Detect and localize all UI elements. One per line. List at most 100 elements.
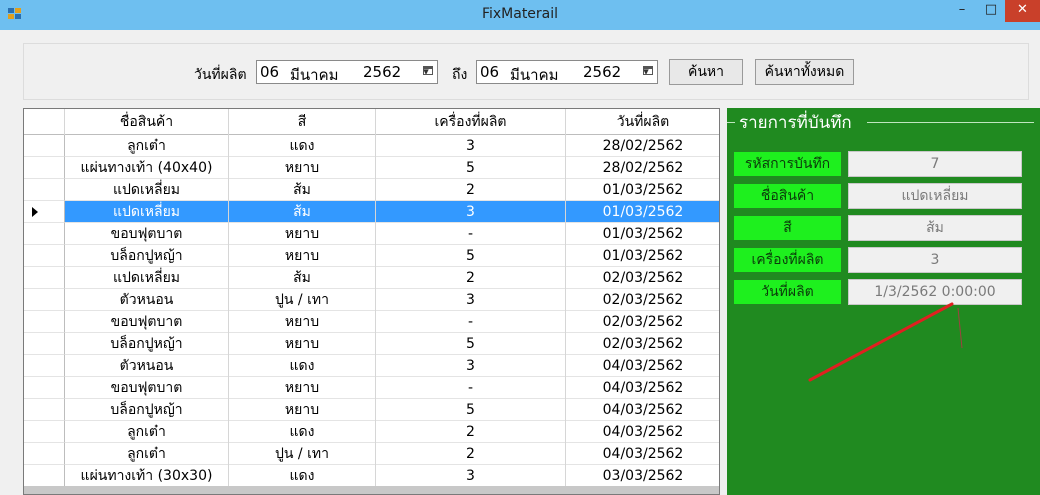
cell-color[interactable]: แดง: [229, 465, 376, 487]
table-row[interactable]: แปดเหลี่ยม ส้ม 2 02/03/2562: [24, 267, 719, 289]
cell-date[interactable]: 03/03/2562: [566, 465, 719, 487]
cell-color[interactable]: ปูน / เทา: [229, 443, 376, 465]
row-header[interactable]: [24, 135, 65, 157]
cell-product[interactable]: ตัวหนอน: [65, 289, 229, 311]
calendar-dropdown-icon[interactable]: ▾: [637, 64, 655, 80]
row-header[interactable]: [24, 201, 65, 223]
row-header[interactable]: [24, 377, 65, 399]
table-row[interactable]: แปดเหลี่ยม ส้ม 2 01/03/2562: [24, 179, 719, 201]
row-header[interactable]: [24, 311, 65, 333]
cell-color[interactable]: หยาบ: [229, 377, 376, 399]
cell-color[interactable]: ส้ม: [229, 179, 376, 201]
table-row[interactable]: แผ่นทางเท้า (30x30) แดง 3 03/03/2562: [24, 465, 719, 487]
row-header[interactable]: [24, 421, 65, 443]
cell-machine[interactable]: -: [376, 223, 566, 245]
cell-machine[interactable]: 2: [376, 421, 566, 443]
column-header-color[interactable]: สี: [229, 109, 376, 135]
row-header[interactable]: [24, 355, 65, 377]
column-header-product[interactable]: ชื่อสินค้า: [65, 109, 229, 135]
cell-date[interactable]: 04/03/2562: [566, 377, 719, 399]
table-row[interactable]: ขอบฟุตบาต หยาบ -04/03/2562: [24, 377, 719, 399]
cell-machine[interactable]: 5: [376, 157, 566, 179]
cell-machine[interactable]: 2: [376, 179, 566, 201]
field-machine[interactable]: 3: [848, 247, 1022, 273]
cell-product[interactable]: แปดเหลี่ยม: [65, 179, 229, 201]
row-header[interactable]: [24, 157, 65, 179]
cell-machine[interactable]: 5: [376, 245, 566, 267]
row-header[interactable]: [24, 333, 65, 355]
cell-date[interactable]: 04/03/2562: [566, 443, 719, 465]
cell-machine[interactable]: 3: [376, 201, 566, 223]
cell-color[interactable]: หยาบ: [229, 157, 376, 179]
field-color[interactable]: ส้ม: [848, 215, 1022, 241]
cell-color[interactable]: หยาบ: [229, 245, 376, 267]
cell-product[interactable]: ขอบฟุตบาต: [65, 311, 229, 333]
cell-product[interactable]: บล็อกปูหญ้า: [65, 245, 229, 267]
cell-color[interactable]: ส้ม: [229, 201, 376, 223]
maximize-button[interactable]: □: [977, 0, 1005, 22]
cell-product[interactable]: แผ่นทางเท้า (30x30): [65, 465, 229, 487]
close-button[interactable]: ✕: [1005, 0, 1040, 22]
cell-date[interactable]: 02/03/2562: [566, 311, 719, 333]
cell-color[interactable]: แดง: [229, 355, 376, 377]
column-header-date[interactable]: วันที่ผลิต: [566, 109, 719, 135]
cell-date[interactable]: 01/03/2562: [566, 223, 719, 245]
table-row[interactable]: บล็อกปูหญ้า หยาบ 5 02/03/2562: [24, 333, 719, 355]
search-all-button[interactable]: ค้นหาทั้งหมด: [755, 59, 854, 85]
row-header[interactable]: [24, 399, 65, 421]
calendar-dropdown-icon[interactable]: ▾: [417, 64, 435, 80]
cell-color[interactable]: แดง: [229, 135, 376, 157]
cell-color[interactable]: หยาบ: [229, 399, 376, 421]
records-grid[interactable]: ชื่อสินค้า สี เครื่องที่ผลิต วันที่ผลิต …: [23, 108, 720, 495]
to-date-picker[interactable]: 06 มีนาคม 2562 ▾: [476, 60, 658, 84]
cell-date[interactable]: 02/03/2562: [566, 289, 719, 311]
cell-date[interactable]: 01/03/2562: [566, 201, 719, 223]
row-header[interactable]: [24, 223, 65, 245]
horizontal-scrollbar[interactable]: [24, 486, 719, 494]
cell-product[interactable]: ลูกเต๋า: [65, 135, 229, 157]
minimize-button[interactable]: –: [948, 0, 976, 22]
cell-product[interactable]: ขอบฟุตบาต: [65, 377, 229, 399]
from-date-picker[interactable]: 06 มีนาคม 2562 ▾: [256, 60, 438, 84]
column-header-machine[interactable]: เครื่องที่ผลิต: [376, 109, 566, 135]
cell-machine[interactable]: 5: [376, 333, 566, 355]
row-header[interactable]: [24, 443, 65, 465]
table-row[interactable]: ขอบฟุตบาต หยาบ -02/03/2562: [24, 311, 719, 333]
table-row[interactable]: ตัวหนอน ปูน / เทา 3 02/03/2562: [24, 289, 719, 311]
row-header[interactable]: [24, 267, 65, 289]
cell-product[interactable]: แปดเหลี่ยม: [65, 267, 229, 289]
cell-date[interactable]: 01/03/2562: [566, 245, 719, 267]
cell-date[interactable]: 04/03/2562: [566, 421, 719, 443]
row-header[interactable]: [24, 245, 65, 267]
cell-machine[interactable]: 3: [376, 355, 566, 377]
cell-date[interactable]: 02/03/2562: [566, 267, 719, 289]
cell-product[interactable]: ลูกเต๋า: [65, 421, 229, 443]
cell-machine[interactable]: 2: [376, 267, 566, 289]
cell-date[interactable]: 28/02/2562: [566, 157, 719, 179]
row-header[interactable]: [24, 179, 65, 201]
cell-date[interactable]: 02/03/2562: [566, 333, 719, 355]
table-row[interactable]: ลูกเต๋า ปูน / เทา 2 04/03/2562: [24, 443, 719, 465]
cell-date[interactable]: 04/03/2562: [566, 355, 719, 377]
table-row[interactable]: แปดเหลี่ยม ส้ม 3 01/03/2562: [24, 201, 719, 223]
table-row[interactable]: ลูกเต๋า แดง 2 04/03/2562: [24, 421, 719, 443]
cell-machine[interactable]: 3: [376, 289, 566, 311]
field-date[interactable]: 1/3/2562 0:00:00: [848, 279, 1022, 305]
cell-color[interactable]: หยาบ: [229, 333, 376, 355]
row-header[interactable]: [24, 465, 65, 487]
cell-product[interactable]: บล็อกปูหญ้า: [65, 333, 229, 355]
table-row[interactable]: บล็อกปูหญ้า หยาบ 5 04/03/2562: [24, 399, 719, 421]
cell-machine[interactable]: -: [376, 377, 566, 399]
table-row[interactable]: ลูกเต๋า แดง 3 28/02/2562: [24, 135, 719, 157]
cell-product[interactable]: ตัวหนอน: [65, 355, 229, 377]
cell-color[interactable]: ส้ม: [229, 267, 376, 289]
cell-machine[interactable]: 5: [376, 399, 566, 421]
cell-date[interactable]: 04/03/2562: [566, 399, 719, 421]
cell-date[interactable]: 01/03/2562: [566, 179, 719, 201]
cell-date[interactable]: 28/02/2562: [566, 135, 719, 157]
cell-product[interactable]: แผ่นทางเท้า (40x40): [65, 157, 229, 179]
cell-product[interactable]: ขอบฟุตบาต: [65, 223, 229, 245]
cell-color[interactable]: หยาบ: [229, 311, 376, 333]
table-row[interactable]: ขอบฟุตบาต หยาบ -01/03/2562: [24, 223, 719, 245]
cell-machine[interactable]: 3: [376, 135, 566, 157]
